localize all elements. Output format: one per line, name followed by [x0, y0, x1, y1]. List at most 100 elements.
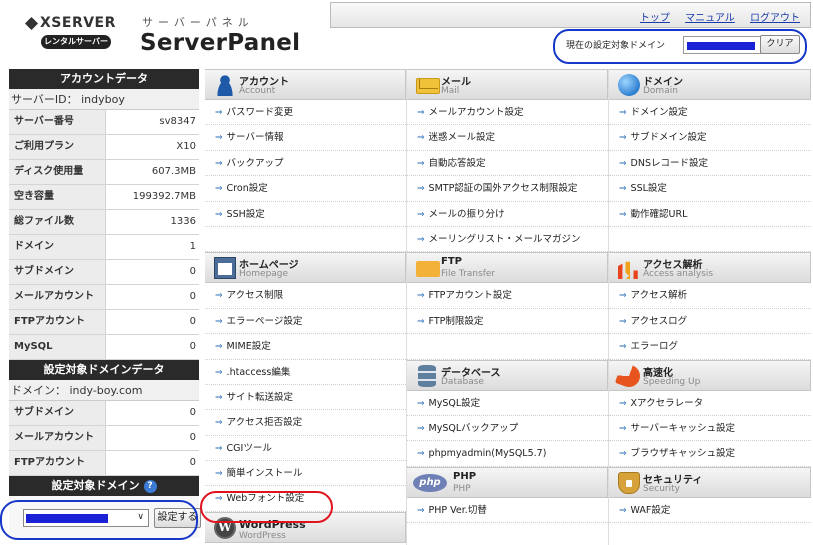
menu-item[interactable]: ⇒ サーバーキャッシュ設定 [609, 416, 811, 442]
menu-item[interactable]: ⇒ アクセス制限 [205, 283, 406, 309]
menu-item-label: アクセス解析 [630, 290, 688, 302]
menu-item[interactable]: ⇒ FTPアカウント設定 [407, 283, 608, 309]
stat-label: 空き容量 [9, 185, 106, 209]
arrow-right-icon: ⇒ [417, 398, 425, 409]
section-homepage: ホームページ Homepage [205, 252, 406, 284]
arrow-right-icon: ⇒ [619, 209, 627, 220]
section-subtitle: Domain [643, 86, 678, 96]
xserver-diamond-icon [24, 16, 39, 30]
menu-item[interactable]: ⇒ サブドメイン設定 [609, 125, 811, 151]
menu-item-label: DNSレコード設定 [630, 157, 708, 169]
stat-value: 1336 [106, 210, 199, 234]
menu-item[interactable]: ⇒ 迷惑メール設定 [407, 125, 608, 151]
menu-item[interactable]: ⇒ WAF設定 [609, 498, 811, 524]
stat-value: 0 [106, 260, 199, 284]
annotation-circle-blue-left [0, 500, 198, 540]
arrow-right-icon: ⇒ [215, 209, 223, 220]
menu-item[interactable]: ⇒ アクセス拒否設定 [205, 410, 406, 436]
brand-name: XSERVER [40, 15, 116, 31]
menu-item[interactable]: ⇒ PHP Ver.切替 [407, 498, 608, 524]
arrow-right-icon: ⇒ [215, 291, 223, 302]
menu-item[interactable]: ⇒ 自動応答設定 [407, 151, 608, 177]
menu-item[interactable]: ⇒ Xアクセラレータ [609, 391, 811, 416]
menu-item[interactable]: ⇒ MIME設定 [205, 334, 406, 360]
menu-item[interactable]: ⇒ phpmyadmin(MySQL5.7) [407, 441, 608, 467]
arrow-right-icon: ⇒ [619, 184, 627, 195]
domain-data-heading: 設定対象ドメインデータ [9, 360, 199, 380]
arrow-right-icon: ⇒ [215, 342, 223, 353]
menu-item-label: MySQL設定 [428, 397, 481, 409]
menu-item[interactable]: ⇒ 動作確認URL [609, 202, 811, 227]
stat-row: 総ファイル数 1336 [9, 210, 199, 235]
menu-item[interactable]: ⇒ サーバー情報 [205, 125, 406, 151]
menu-item[interactable]: ⇒ SSL設定 [609, 176, 811, 202]
arrow-right-icon: ⇒ [417, 108, 425, 118]
menu-item[interactable]: ⇒ MySQL設定 [407, 391, 608, 416]
empty-cell [609, 227, 811, 253]
stat-value: 0 [106, 401, 199, 425]
menu-item[interactable]: ⇒ パスワード変更 [205, 100, 406, 126]
section-ftp: FTP File Transfer [407, 252, 608, 284]
menu-item[interactable]: ⇒ CGIツール [205, 436, 406, 462]
section-title: PHP [453, 470, 477, 482]
domain-line: ドメイン： indy-boy.com [9, 380, 199, 401]
menu-item-label: ブラウザキャッシュ設定 [630, 448, 736, 460]
stat-value: 1 [106, 235, 199, 259]
person-icon [214, 74, 236, 96]
arrow-right-icon: ⇒ [619, 505, 627, 516]
menu-item[interactable]: ⇒ FTP制限設定 [407, 309, 608, 335]
top-link[interactable]: トップ [640, 13, 670, 24]
menu-item-label: Xアクセラレータ [630, 397, 704, 409]
menu-item[interactable]: ⇒ アクセスログ [609, 309, 811, 335]
logout-link[interactable]: ログアウト [750, 13, 800, 24]
menu-item-label: サーバー情報 [226, 132, 284, 144]
section-subtitle: Homepage [239, 269, 289, 280]
section-subtitle: Security [643, 483, 680, 494]
annotation-circle-red-webfont [200, 491, 333, 523]
menu-item[interactable]: ⇒ SMTP認証の国外アクセス制限設定 [407, 176, 608, 202]
section-subtitle: Access analysis [643, 269, 714, 280]
empty-cell [205, 227, 406, 253]
section-domain: ドメイン Domain [609, 69, 811, 100]
section-subtitle: Database [441, 376, 484, 387]
annotation-circle-blue-header [553, 29, 807, 64]
arrow-right-icon: ⇒ [417, 449, 425, 460]
arrow-right-icon: ⇒ [619, 342, 627, 353]
target-domain-heading: 設定対象ドメイン? [9, 476, 199, 496]
stat-row: ディスク使用量 607.3MB [9, 160, 199, 185]
menu-item[interactable]: ⇒ メールの振り分け [407, 202, 608, 227]
mail-icon [416, 78, 440, 94]
section-title: FTP [441, 256, 462, 268]
menu-item[interactable]: ⇒ DNSレコード設定 [609, 151, 811, 177]
menu-item[interactable]: ⇒ ブラウザキャッシュ設定 [609, 441, 811, 467]
menu-item[interactable]: ⇒ 簡単インストール [205, 461, 406, 487]
menu-item[interactable]: ⇒ バックアップ [205, 151, 406, 177]
section-database: データベース Database [407, 359, 608, 391]
menu-item[interactable]: ⇒ SSH設定 [205, 202, 406, 227]
server-id: サーバーID： indyboy [9, 89, 199, 110]
menu-item[interactable]: ⇒ サイト転送設定 [205, 385, 406, 411]
section-access: アクセス解析 Access analysis [609, 252, 811, 284]
manual-link[interactable]: マニュアル [685, 13, 735, 24]
window-icon [214, 257, 236, 280]
menu-item[interactable]: ⇒ エラーページ設定 [205, 309, 406, 335]
menu-item[interactable]: ⇒ .htaccess編集 [205, 360, 406, 385]
menu-item-label: 自動応答設定 [428, 157, 486, 169]
xserver-logo[interactable]: XSERVER レンタルサーバー [24, 15, 131, 49]
menu-item[interactable]: ⇒ Cron設定 [205, 176, 406, 202]
menu-item-label: アクセス拒否設定 [226, 417, 303, 429]
menu-item[interactable]: ⇒ エラーログ [609, 334, 811, 360]
menu-item[interactable]: ⇒ メーリングリスト・メールマガジン [407, 227, 608, 253]
menu-item[interactable]: ⇒ ドメイン設定 [609, 100, 811, 126]
menu-item[interactable]: ⇒ アクセス解析 [609, 283, 811, 309]
menu-item-label: FTPアカウント設定 [428, 290, 512, 302]
menu-grid: アカウント Account ⇒ パスワード変更 ⇒ サーバー情報 ⇒ バックアップ ⇒ Cron設… [205, 69, 811, 545]
section-speed: 高速化 Speeding Up [609, 359, 811, 391]
stat-label: 総ファイル数 [9, 210, 106, 234]
menu-item[interactable]: ⇒ メールアカウント設定 [407, 100, 608, 126]
menu-item[interactable]: ⇒ MySQLバックアップ [407, 416, 608, 442]
arrow-right-icon: ⇒ [417, 184, 425, 195]
arrow-right-icon: ⇒ [215, 392, 223, 403]
help-icon[interactable]: ? [143, 480, 157, 493]
stat-label: MySQL [9, 335, 106, 359]
